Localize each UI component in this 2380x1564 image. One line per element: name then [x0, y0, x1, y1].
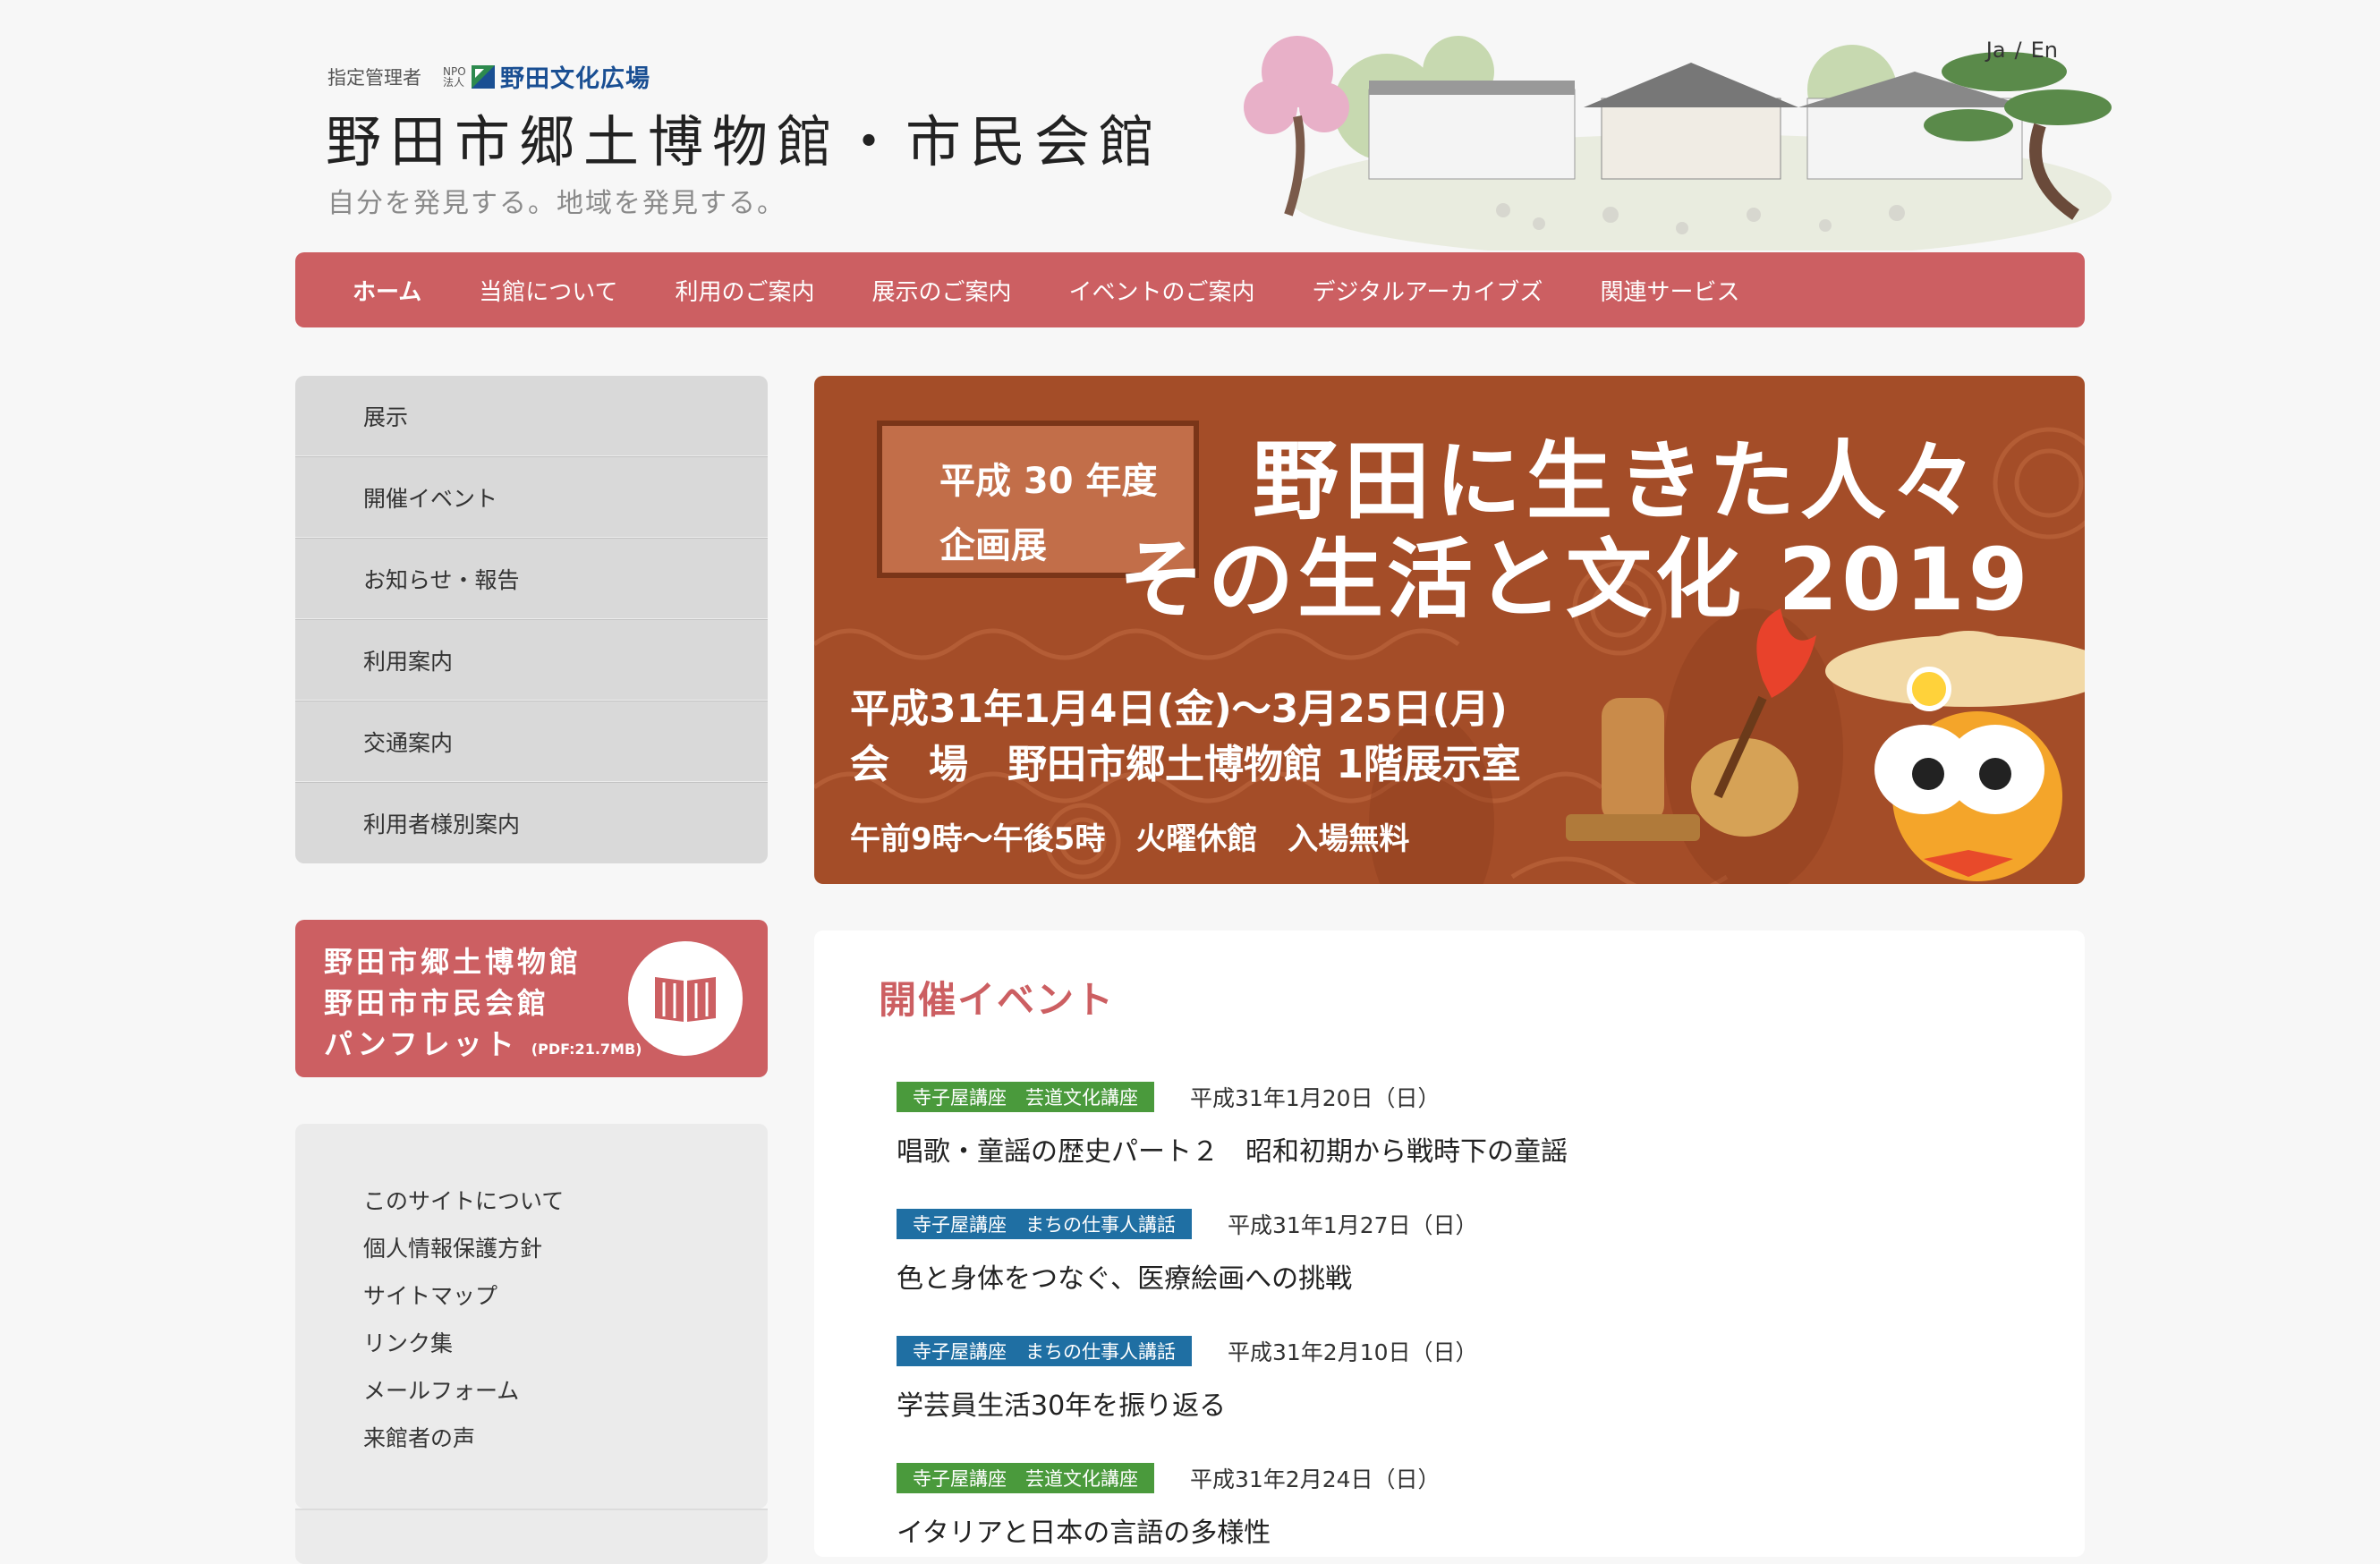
page: 指定管理者 NPO法人 野田文化広場 野田市郷土博物館・市民会館 自分を発見する… [295, 0, 2112, 1564]
header-manager: 指定管理者 NPO法人 野田文化広場 [327, 59, 650, 94]
link-links[interactable]: リンク集 [295, 1320, 768, 1367]
event-date: 平成31年1月20日（日） [1190, 1085, 1441, 1111]
global-nav: ホーム 当館について 利用のご案内 展示のご案内 イベントのご案内 デジタルアー… [295, 252, 2085, 327]
pamphlet-line-label: パンフレット (PDF:21.7MB) [324, 1024, 642, 1070]
banner-hours: 午前9時～午後5時 火曜休館 入場無料 [850, 821, 1410, 857]
pamphlet-label: パンフレット [324, 1027, 518, 1061]
sidebar-item-usage[interactable]: 利用案内 [295, 620, 768, 701]
link-about-site[interactable]: このサイトについて [295, 1177, 768, 1225]
link-privacy-policy[interactable]: 個人情報保護方針 [295, 1225, 768, 1272]
nav-usage[interactable]: 利用のご案内 [675, 274, 814, 307]
exhibition-banner[interactable]: 平成 30 年度 企画展 野田に生きた人々 その生活と文化 2019 平成31年… [814, 376, 2085, 884]
npo-name: 野田文化広場 [500, 65, 650, 93]
sidebar-item-access[interactable]: 交通案内 [295, 701, 768, 783]
nav-exhibits[interactable]: 展示のご案内 [871, 274, 1011, 307]
event-category-badge: 寺子屋講座 まちの仕事人講話 [897, 1336, 1192, 1366]
link-visitor-voices[interactable]: 来館者の声 [295, 1415, 768, 1462]
banner-venue: 会 場 野田市郷土博物館 1階展示室 [850, 742, 1521, 787]
banner-date: 平成31年1月4日(金)～3月25日(月) [850, 686, 1508, 732]
sidebar-item-events[interactable]: 開催イベント [295, 457, 768, 539]
nav-events[interactable]: イベントのご案内 [1069, 274, 1255, 307]
event-title[interactable]: イタリアと日本の言語の多様性 [897, 1510, 1441, 1550]
sidebar-menu: 展示 開催イベント お知らせ・報告 利用案内 交通案内 利用者様別案内 [295, 376, 768, 863]
event-date: 平成31年1月27日（日） [1228, 1212, 1478, 1238]
pamphlet-line-museum: 野田市郷土博物館 [324, 945, 582, 979]
sidebar-bottom-panel [295, 1509, 768, 1564]
banner-label-year: 平成 30 年度 [939, 461, 1158, 502]
banner-title-line2: その生活と文化 2019 [1118, 530, 2032, 630]
lang-separator: / [2014, 38, 2022, 63]
event-item[interactable]: 寺子屋講座 まちの仕事人講話 平成31年1月27日（日） 色と身体をつなぐ、医療絵… [897, 1208, 1478, 1296]
site-title[interactable]: 野田市郷土博物館・市民会館 [326, 97, 1163, 177]
nav-about[interactable]: 当館について [479, 274, 617, 307]
events-heading: 開催イベント [879, 978, 1116, 1022]
event-item[interactable]: 寺子屋講座 まちの仕事人講話 平成31年2月10日（日） 学芸員生活30年を振り返… [897, 1335, 1478, 1423]
pamphlet-icon-circle [628, 941, 743, 1056]
event-item[interactable]: 寺子屋講座 芸道文化講座 平成31年1月20日（日） 唱歌・童謡の歴史パート２ 昭… [897, 1081, 1568, 1169]
events-panel: 開催イベント 寺子屋講座 芸道文化講座 平成31年1月20日（日） 唱歌・童謡の歴… [814, 931, 2085, 1557]
npo-logo-link[interactable]: NPO法人 野田文化広場 [443, 59, 650, 94]
pamphlet-button[interactable]: 野田市郷土博物館 野田市市民会館 パンフレット (PDF:21.7MB) [295, 920, 768, 1077]
link-mail-form[interactable]: メールフォーム [295, 1367, 768, 1415]
event-item[interactable]: 寺子屋講座 芸道文化講座 平成31年2月24日（日） イタリアと日本の言語の多様性 [897, 1462, 1441, 1550]
event-date: 平成31年2月10日（日） [1228, 1339, 1478, 1365]
sidebar-item-news[interactable]: お知らせ・報告 [295, 539, 768, 620]
lang-en-link[interactable]: En [2031, 38, 2058, 63]
sidebar-item-exhibits[interactable]: 展示 [295, 376, 768, 457]
event-title[interactable]: 唱歌・童謡の歴史パート２ 昭和初期から戦時下の童謡 [897, 1129, 1568, 1169]
tagline: 自分を発見する。地域を発見する。 [327, 188, 786, 219]
lang-ja-link[interactable]: Ja [1986, 38, 2006, 63]
book-icon [655, 977, 716, 1022]
npo-small-label: NPO法人 [443, 64, 466, 89]
link-sitemap[interactable]: サイトマップ [295, 1272, 768, 1320]
npo-logo-icon [472, 64, 495, 89]
event-date: 平成31年2月24日（日） [1190, 1466, 1441, 1492]
event-category-badge: 寺子屋講座 まちの仕事人講話 [897, 1209, 1192, 1239]
pamphlet-line-hall: 野田市市民会館 [324, 986, 550, 1020]
event-category-badge: 寺子屋講座 芸道文化講座 [897, 1463, 1154, 1493]
event-title[interactable]: 色と身体をつなぐ、医療絵画への挑戦 [897, 1256, 1478, 1296]
nav-home[interactable]: ホーム [353, 274, 421, 307]
sidebar-links: このサイトについて 個人情報保護方針 サイトマップ リンク集 メールフォーム 来… [295, 1124, 768, 1509]
event-title[interactable]: 学芸員生活30年を振り返る [897, 1383, 1478, 1423]
language-switch: Ja / En [1986, 38, 2058, 63]
pamphlet-text: 野田市郷土博物館 野田市市民会館 パンフレット (PDF:21.7MB) [324, 941, 642, 1070]
pamphlet-pdf-size: (PDF:21.7MB) [531, 1041, 642, 1058]
event-category-badge: 寺子屋講座 芸道文化講座 [897, 1082, 1154, 1112]
nav-digital-archives[interactable]: デジタルアーカイブズ [1313, 274, 1543, 307]
nav-related-services[interactable]: 関連サービス [1600, 274, 1739, 307]
manager-label: 指定管理者 [327, 66, 421, 89]
sidebar-item-user-guide[interactable]: 利用者様別案内 [295, 783, 768, 863]
